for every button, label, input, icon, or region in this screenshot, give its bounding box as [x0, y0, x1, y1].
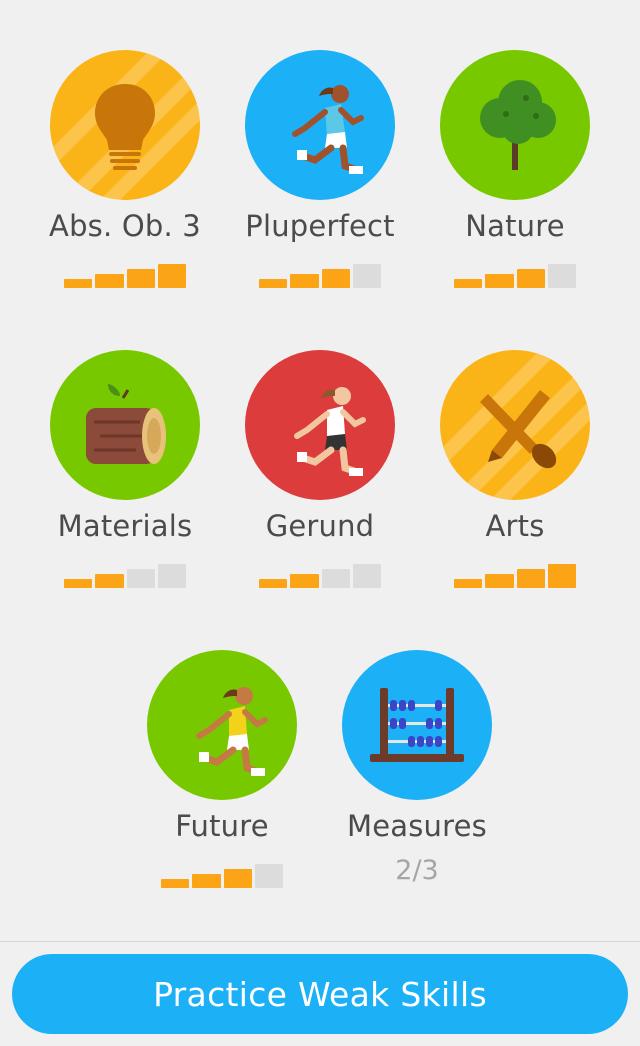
strength-meter: [259, 562, 381, 588]
strength-bar-filled: [485, 274, 514, 288]
strength-meter: [161, 862, 283, 888]
skill-name: Measures: [347, 809, 487, 843]
strength-bar-filled: [321, 269, 350, 288]
skill-circle[interactable]: [245, 50, 395, 200]
strength-meter: [454, 262, 576, 288]
strength-bar-filled: [64, 279, 93, 288]
strength-bar-empty: [352, 564, 381, 588]
pencil-brush-icon: [440, 350, 590, 500]
strength-bar-filled: [161, 879, 190, 888]
strength-bar-filled: [454, 279, 483, 288]
skill-circle[interactable]: [440, 350, 590, 500]
skill-gerund[interactable]: Gerund: [222, 350, 418, 588]
strength-bar-empty: [157, 564, 186, 588]
strength-bar-empty: [254, 864, 283, 888]
strength-bar-filled: [547, 564, 576, 588]
strength-bar-filled: [95, 274, 124, 288]
skill-circle[interactable]: [342, 650, 492, 800]
skill-circle[interactable]: [440, 50, 590, 200]
strength-meter: [64, 562, 186, 588]
skill-name: Gerund: [265, 509, 375, 543]
strength-bar-filled: [64, 579, 93, 588]
log-icon: [86, 384, 166, 464]
skill-future[interactable]: Future: [124, 650, 320, 888]
skill-name: Nature: [465, 209, 565, 243]
strength-meter: [454, 562, 576, 588]
strength-bar-filled: [259, 579, 288, 588]
strength-bar-filled: [454, 579, 483, 588]
strength-bar-filled: [516, 569, 545, 588]
strength-meter: [64, 262, 186, 288]
skill-circle[interactable]: [147, 650, 297, 800]
skill-measures[interactable]: Measures 2/3: [319, 650, 515, 888]
skill-circle[interactable]: [245, 350, 395, 500]
skill-circle[interactable]: [50, 50, 200, 200]
strength-bar-filled: [516, 269, 545, 288]
strength-bar-empty: [352, 264, 381, 288]
skill-arts[interactable]: Arts: [417, 350, 613, 588]
strength-bar-empty: [126, 569, 155, 588]
strength-bar-filled: [290, 574, 319, 588]
tree-icon: [480, 80, 556, 170]
runner-icon: [294, 387, 366, 476]
strength-bar-empty: [321, 569, 350, 588]
strength-meter: [259, 262, 381, 288]
abacus-icon: [370, 688, 464, 762]
skill-name: Abs. Ob. 3: [49, 209, 201, 243]
skill-circle[interactable]: [50, 350, 200, 500]
strength-bar-filled: [290, 274, 319, 288]
strength-bar-filled: [223, 869, 252, 888]
lesson-progress: 2/3: [395, 855, 439, 886]
skill-tree: Abs. Ob. 3 Pluperfect Nature Materials G…: [0, 0, 640, 940]
skill-name: Materials: [57, 509, 193, 543]
strength-bar-filled: [192, 874, 221, 888]
skill-abs-ob-3[interactable]: Abs. Ob. 3: [27, 50, 223, 288]
strength-bar-filled: [126, 269, 155, 288]
skill-nature[interactable]: Nature: [417, 50, 613, 288]
runner-icon: [292, 85, 364, 174]
strength-bar-filled: [259, 279, 288, 288]
runner-icon: [196, 687, 268, 776]
skill-materials[interactable]: Materials: [27, 350, 223, 588]
footer-divider: [0, 941, 640, 942]
lightbulb-icon: [50, 50, 200, 200]
skill-pluperfect[interactable]: Pluperfect: [222, 50, 418, 288]
practice-weak-skills-button[interactable]: Practice Weak Skills: [12, 954, 628, 1034]
strength-bar-filled: [157, 264, 186, 288]
skill-name: Pluperfect: [245, 209, 395, 243]
strength-bar-empty: [547, 264, 576, 288]
strength-bar-filled: [95, 574, 124, 588]
strength-bar-filled: [485, 574, 514, 588]
skill-name: Future: [175, 809, 269, 843]
skill-name: Arts: [485, 509, 545, 543]
